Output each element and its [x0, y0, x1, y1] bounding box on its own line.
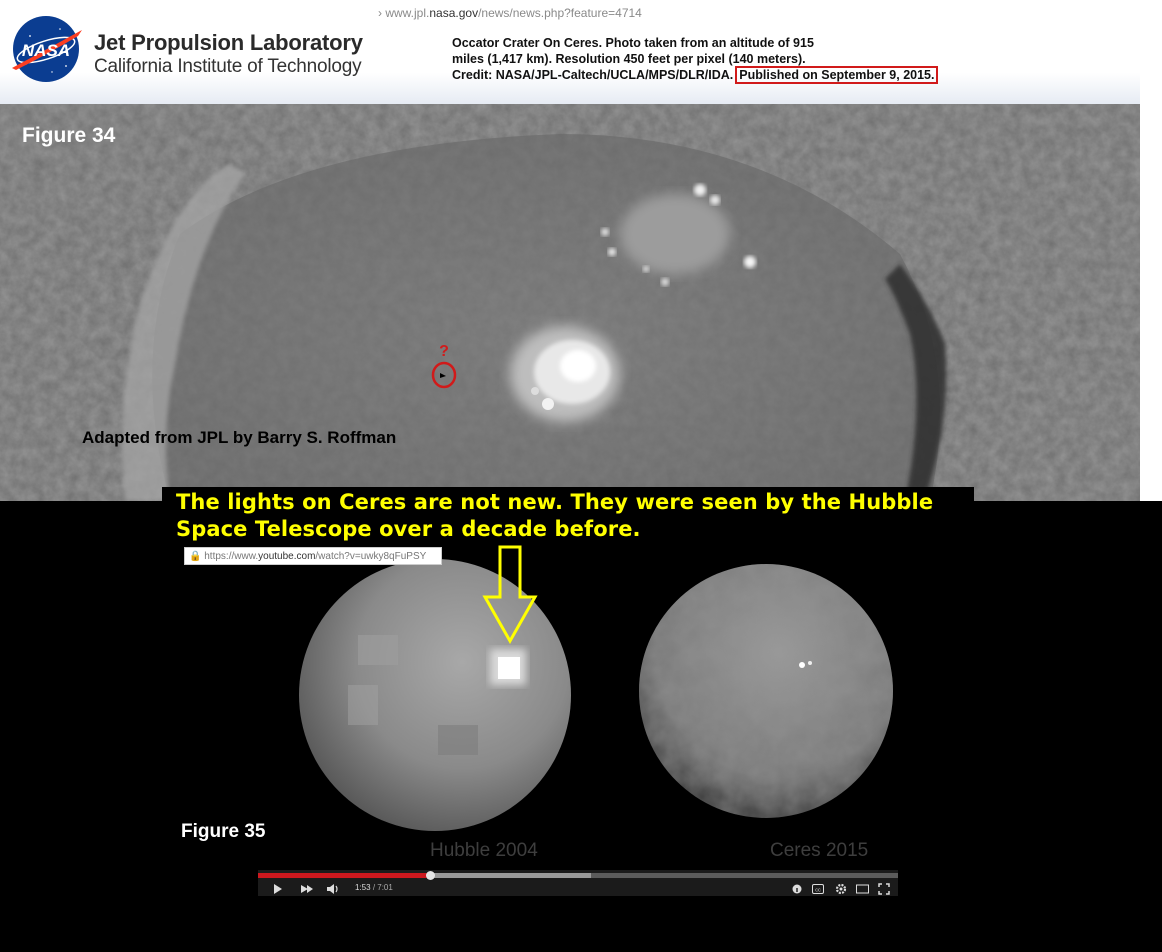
settings-icon[interactable]	[835, 883, 847, 895]
progress-played	[258, 873, 431, 878]
volume-icon[interactable]	[326, 883, 340, 895]
hubble-2004-caption: Hubble 2004	[430, 840, 538, 861]
jpl-title: Jet Propulsion Laboratory	[94, 30, 363, 55]
svg-text:cc: cc	[815, 888, 821, 894]
nasa-logo[interactable]: NASA	[8, 14, 84, 84]
youtube-url-bar[interactable]: 🔒 https://www.youtube.com/watch?v=uwky8q…	[184, 547, 442, 565]
current-time: 1:53	[355, 883, 371, 892]
photo-caption: Occator Crater On Ceres. Photo taken fro…	[452, 35, 1012, 84]
scrubber-handle[interactable]	[426, 871, 435, 880]
caption-credit: Credit: NASA/JPL-Caltech/UCLA/MPS/DLR/ID…	[452, 68, 734, 82]
duration: / 7:01	[372, 883, 393, 892]
figure-34-label: Figure 34	[22, 124, 116, 147]
page-url[interactable]: › www.jpl.nasa.gov/news/news.php?feature…	[378, 6, 642, 20]
url-prefix: www.jpl.	[385, 6, 430, 20]
right-margin	[1140, 0, 1162, 501]
yt-url-suffix: /watch?v=uwky8qFuPSY	[315, 551, 427, 562]
captions-icon[interactable]: cc	[812, 884, 824, 894]
jpl-subtitle: California Institute of Technology	[94, 56, 362, 77]
time-display: 1:53 / 7:01	[355, 882, 393, 894]
caption-line-3: Credit: NASA/JPL-Caltech/UCLA/MPS/DLR/ID…	[452, 66, 1012, 84]
fullscreen-icon[interactable]	[878, 883, 890, 895]
url-suffix: /news/news.php?feature=4714	[478, 6, 642, 20]
question-mark: ?	[439, 343, 449, 360]
occator-crater-image: ? Figure 34 Adapted from JPL by Barry S.…	[0, 104, 1140, 501]
info-icon[interactable]	[792, 884, 802, 894]
play-icon[interactable]	[272, 883, 284, 895]
published-date-highlight: Published on September 9, 2015.	[735, 66, 939, 84]
video-player-controls: 1:53 / 7:01 cc	[258, 870, 898, 896]
ceres-2015-caption: Ceres 2015	[770, 840, 869, 861]
lock-icon: 🔒	[189, 551, 205, 562]
yt-url-domain: youtube.com	[258, 551, 316, 562]
yt-url-prefix: https://www.	[204, 551, 259, 562]
caption-line-1: Occator Crater On Ceres. Photo taken fro…	[452, 36, 814, 50]
theater-icon[interactable]	[856, 884, 869, 894]
figure-35-label: Figure 35	[181, 821, 266, 842]
hubble-banner-text: The lights on Ceres are not new. They we…	[176, 490, 934, 541]
figure-34-credit: Adapted from JPL by Barry S. Roffman	[82, 428, 397, 447]
url-domain: nasa.gov	[429, 6, 479, 20]
caption-line-2: miles (1,417 km). Resolution 450 feet pe…	[452, 52, 806, 66]
svg-text:NASA: NASA	[22, 41, 70, 60]
hubble-ceres-image	[299, 559, 571, 831]
next-icon[interactable]	[300, 884, 314, 894]
